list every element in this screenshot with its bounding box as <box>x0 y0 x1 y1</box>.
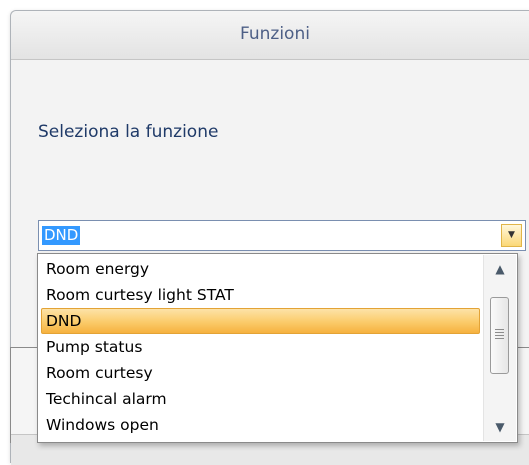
dropdown-option[interactable]: Techincal alarm <box>39 386 483 412</box>
scroll-down-arrow-icon[interactable]: ▼ <box>484 415 516 439</box>
dropdown-option[interactable]: Windows open <box>39 412 483 438</box>
function-prompt-label: Seleziona la funzione <box>38 122 219 142</box>
dropdown-option[interactable]: Room energy <box>39 256 483 282</box>
title-bar: Funzioni <box>11 11 529 60</box>
scroll-thumb[interactable] <box>490 297 509 374</box>
grip-icon <box>495 329 504 340</box>
dropdown-option[interactable]: Pump status <box>39 334 483 360</box>
dropdown-option[interactable]: Room curtesy light STAT <box>39 282 483 308</box>
dropdown-option[interactable]: DND <box>41 308 480 334</box>
combo-selected-value[interactable]: DND <box>42 226 81 245</box>
option-list: Room energy Room curtesy light STAT DND Pum… <box>39 256 483 438</box>
dropdown-scrollbar[interactable]: ▲ ▼ <box>483 255 516 441</box>
function-combobox[interactable]: DND ▼ <box>38 220 526 251</box>
dropdown-option[interactable]: Room curtesy <box>39 360 483 386</box>
window-title: Funzioni <box>240 24 310 44</box>
function-dropdown-list[interactable]: Room energy Room curtesy light STAT DND Pum… <box>37 253 518 443</box>
scroll-up-arrow-icon[interactable]: ▲ <box>484 257 516 281</box>
chevron-down-icon[interactable]: ▼ <box>501 224 522 247</box>
